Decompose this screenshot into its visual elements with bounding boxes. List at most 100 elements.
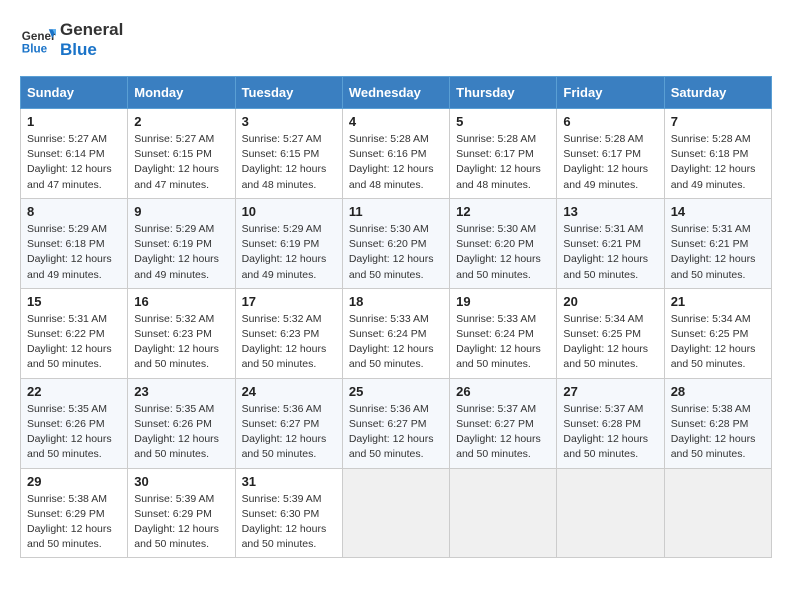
day-number: 5: [456, 114, 550, 129]
day-info: Sunrise: 5:30 AMSunset: 6:20 PMDaylight:…: [456, 222, 550, 283]
weekday-header-tuesday: Tuesday: [235, 77, 342, 109]
calendar-cell: 3 Sunrise: 5:27 AMSunset: 6:15 PMDaylight…: [235, 109, 342, 199]
calendar-cell: 24 Sunrise: 5:36 AMSunset: 6:27 PMDayligh…: [235, 378, 342, 468]
day-number: 19: [456, 294, 550, 309]
day-number: 16: [134, 294, 228, 309]
day-info: Sunrise: 5:35 AMSunset: 6:26 PMDaylight:…: [134, 402, 228, 463]
logo-blue: Blue: [60, 40, 123, 60]
day-info: Sunrise: 5:27 AMSunset: 6:15 PMDaylight:…: [242, 132, 336, 193]
logo-icon: General Blue: [20, 22, 56, 58]
day-info: Sunrise: 5:36 AMSunset: 6:27 PMDaylight:…: [349, 402, 443, 463]
logo-general: General: [60, 20, 123, 40]
calendar-cell: 15 Sunrise: 5:31 AMSunset: 6:22 PMDayligh…: [21, 288, 128, 378]
day-number: 29: [27, 474, 121, 489]
day-info: Sunrise: 5:34 AMSunset: 6:25 PMDaylight:…: [671, 312, 765, 373]
day-info: Sunrise: 5:37 AMSunset: 6:28 PMDaylight:…: [563, 402, 657, 463]
calendar-cell: 9 Sunrise: 5:29 AMSunset: 6:19 PMDaylight…: [128, 198, 235, 288]
day-number: 2: [134, 114, 228, 129]
calendar-cell: 26Sunrise: 5:37 AMSunset: 6:27 PMDayligh…: [450, 378, 557, 468]
day-info: Sunrise: 5:39 AMSunset: 6:30 PMDaylight:…: [242, 492, 336, 553]
calendar-table: SundayMondayTuesdayWednesdayThursdayFrid…: [20, 76, 772, 558]
day-number: 1: [27, 114, 121, 129]
calendar-cell: 29 Sunrise: 5:38 AMSunset: 6:29 PMDayligh…: [21, 468, 128, 558]
day-info: Sunrise: 5:39 AMSunset: 6:29 PMDaylight:…: [134, 492, 228, 553]
day-info: Sunrise: 5:27 AMSunset: 6:15 PMDaylight:…: [134, 132, 228, 193]
weekday-header-monday: Monday: [128, 77, 235, 109]
calendar-cell: 19 Sunrise: 5:33 AMSunset: 6:24 PMDayligh…: [450, 288, 557, 378]
day-info: Sunrise: 5:31 AMSunset: 6:22 PMDaylight:…: [27, 312, 121, 373]
day-number: 17: [242, 294, 336, 309]
day-number: 21: [671, 294, 765, 309]
calendar-cell: 18 Sunrise: 5:33 AMSunset: 6:24 PMDayligh…: [342, 288, 449, 378]
calendar-cell: 30 Sunrise: 5:39 AMSunset: 6:29 PMDayligh…: [128, 468, 235, 558]
day-info: Sunrise: 5:28 AMSunset: 6:17 PMDaylight:…: [456, 132, 550, 193]
day-info: Sunrise: 5:33 AMSunset: 6:24 PMDaylight:…: [456, 312, 550, 373]
calendar-cell: 7 Sunrise: 5:28 AMSunset: 6:18 PMDaylight…: [664, 109, 771, 199]
day-number: 28: [671, 384, 765, 399]
weekday-header-thursday: Thursday: [450, 77, 557, 109]
day-number: 27: [563, 384, 657, 399]
day-number: 22: [27, 384, 121, 399]
day-number: 14: [671, 204, 765, 219]
day-number: 11: [349, 204, 443, 219]
day-number: 23: [134, 384, 228, 399]
calendar-cell: 5 Sunrise: 5:28 AMSunset: 6:17 PMDaylight…: [450, 109, 557, 199]
weekday-header-saturday: Saturday: [664, 77, 771, 109]
day-number: 13: [563, 204, 657, 219]
day-info: Sunrise: 5:33 AMSunset: 6:24 PMDaylight:…: [349, 312, 443, 373]
day-info: Sunrise: 5:28 AMSunset: 6:18 PMDaylight:…: [671, 132, 765, 193]
day-number: 9: [134, 204, 228, 219]
day-info: Sunrise: 5:27 AMSunset: 6:14 PMDaylight:…: [27, 132, 121, 193]
calendar-cell: 23 Sunrise: 5:35 AMSunset: 6:26 PMDayligh…: [128, 378, 235, 468]
day-number: 4: [349, 114, 443, 129]
calendar-cell: 12 Sunrise: 5:30 AMSunset: 6:20 PMDayligh…: [450, 198, 557, 288]
day-number: 6: [563, 114, 657, 129]
calendar-cell: 16 Sunrise: 5:32 AMSunset: 6:23 PMDayligh…: [128, 288, 235, 378]
day-number: 20: [563, 294, 657, 309]
calendar-cell: 2 Sunrise: 5:27 AMSunset: 6:15 PMDaylight…: [128, 109, 235, 199]
day-info: Sunrise: 5:38 AMSunset: 6:28 PMDaylight:…: [671, 402, 765, 463]
day-info: Sunrise: 5:28 AMSunset: 6:16 PMDaylight:…: [349, 132, 443, 193]
calendar-cell: 20Sunrise: 5:34 AMSunset: 6:25 PMDayligh…: [557, 288, 664, 378]
calendar-week-4: 22 Sunrise: 5:35 AMSunset: 6:26 PMDayligh…: [21, 378, 772, 468]
day-info: Sunrise: 5:32 AMSunset: 6:23 PMDaylight:…: [134, 312, 228, 373]
svg-text:Blue: Blue: [22, 43, 48, 56]
calendar-cell: 8Sunrise: 5:29 AMSunset: 6:18 PMDaylight…: [21, 198, 128, 288]
calendar-week-3: 15 Sunrise: 5:31 AMSunset: 6:22 PMDayligh…: [21, 288, 772, 378]
day-number: 26: [456, 384, 550, 399]
calendar-cell: 31 Sunrise: 5:39 AMSunset: 6:30 PMDayligh…: [235, 468, 342, 558]
day-number: 31: [242, 474, 336, 489]
logo: General Blue General Blue: [20, 20, 123, 60]
day-number: 10: [242, 204, 336, 219]
day-info: Sunrise: 5:36 AMSunset: 6:27 PMDaylight:…: [242, 402, 336, 463]
calendar-week-2: 8Sunrise: 5:29 AMSunset: 6:18 PMDaylight…: [21, 198, 772, 288]
calendar-cell: [450, 468, 557, 558]
day-number: 30: [134, 474, 228, 489]
calendar-cell: [664, 468, 771, 558]
day-number: 25: [349, 384, 443, 399]
calendar-cell: 4 Sunrise: 5:28 AMSunset: 6:16 PMDaylight…: [342, 109, 449, 199]
day-number: 3: [242, 114, 336, 129]
day-number: 12: [456, 204, 550, 219]
calendar-cell: 17Sunrise: 5:32 AMSunset: 6:23 PMDayligh…: [235, 288, 342, 378]
day-info: Sunrise: 5:31 AMSunset: 6:21 PMDaylight:…: [563, 222, 657, 283]
calendar-cell: 6Sunrise: 5:28 AMSunset: 6:17 PMDaylight…: [557, 109, 664, 199]
day-number: 15: [27, 294, 121, 309]
calendar-cell: 10Sunrise: 5:29 AMSunset: 6:19 PMDayligh…: [235, 198, 342, 288]
day-number: 18: [349, 294, 443, 309]
day-info: Sunrise: 5:35 AMSunset: 6:26 PMDaylight:…: [27, 402, 121, 463]
day-number: 7: [671, 114, 765, 129]
day-number: 24: [242, 384, 336, 399]
calendar-cell: 11Sunrise: 5:30 AMSunset: 6:20 PMDayligh…: [342, 198, 449, 288]
calendar-cell: 21 Sunrise: 5:34 AMSunset: 6:25 PMDayligh…: [664, 288, 771, 378]
day-number: 8: [27, 204, 121, 219]
day-info: Sunrise: 5:29 AMSunset: 6:19 PMDaylight:…: [134, 222, 228, 283]
day-info: Sunrise: 5:38 AMSunset: 6:29 PMDaylight:…: [27, 492, 121, 553]
calendar-cell: 13 Sunrise: 5:31 AMSunset: 6:21 PMDayligh…: [557, 198, 664, 288]
calendar-cell: 27 Sunrise: 5:37 AMSunset: 6:28 PMDayligh…: [557, 378, 664, 468]
calendar-cell: [342, 468, 449, 558]
weekday-header-wednesday: Wednesday: [342, 77, 449, 109]
day-info: Sunrise: 5:31 AMSunset: 6:21 PMDaylight:…: [671, 222, 765, 283]
calendar-week-5: 29 Sunrise: 5:38 AMSunset: 6:29 PMDayligh…: [21, 468, 772, 558]
calendar-cell: 28 Sunrise: 5:38 AMSunset: 6:28 PMDayligh…: [664, 378, 771, 468]
